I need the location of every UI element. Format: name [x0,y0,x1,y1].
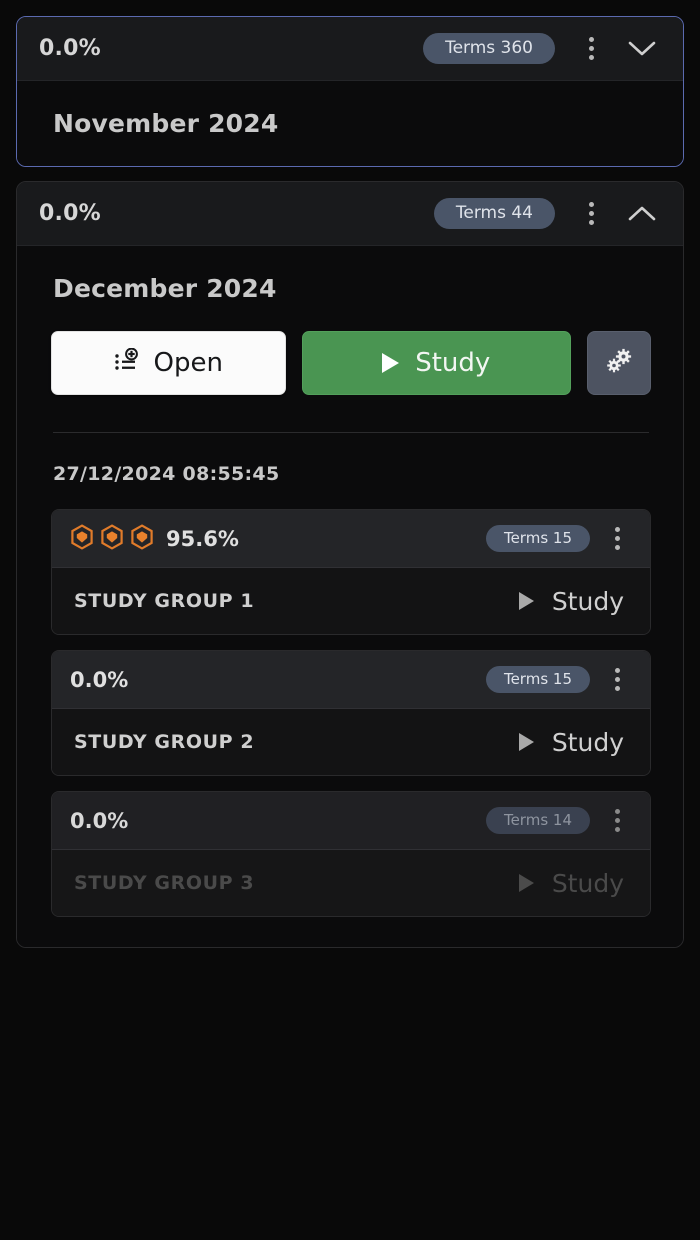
study-group-study-label: Study [551,727,624,757]
terms-count-badge: Terms 14 [485,807,590,834]
open-button[interactable]: Open [51,331,286,395]
study-group-study-label: Study [551,586,624,616]
study-group-percent: 0.0% [70,808,129,833]
study-group-name: STUDY GROUP 3 [74,872,255,894]
study-group-card[interactable]: 95.6% Terms 15 STUDY GROUP 1 Study [51,509,651,635]
chevron-up-icon[interactable] [619,192,665,236]
kebab-menu-icon[interactable] [569,192,613,236]
study-group-header: 95.6% Terms 15 [52,510,650,568]
kebab-menu-icon[interactable] [598,517,636,561]
play-icon [518,874,534,892]
study-group-study-label: Study [551,868,624,898]
study-group-name: STUDY GROUP 1 [74,590,255,612]
study-group-body: STUDY GROUP 3 Study [52,850,650,916]
study-group-body[interactable]: STUDY GROUP 1 Study [52,568,650,634]
study-group-body[interactable]: STUDY GROUP 2 Study [52,709,650,775]
hexagon-gem-icon [100,523,124,554]
month-title: December 2024 [53,274,277,303]
kebab-menu-icon[interactable] [569,27,613,71]
study-group-header: 0.0% Terms 15 [52,651,650,709]
month-card-november[interactable]: 0.0% Terms 360 November 2024 [16,16,684,167]
study-group-list: 95.6% Terms 15 STUDY GROUP 1 Study 0.0% … [17,509,683,947]
gears-icon [602,344,636,382]
month-title: November 2024 [53,109,279,138]
play-icon [518,592,534,610]
terms-count-badge: Terms 15 [485,666,590,693]
kebab-menu-icon[interactable] [598,799,636,843]
month-actions: Open Study [17,331,683,395]
study-group-card[interactable]: 0.0% Terms 14 STUDY GROUP 3 Study [51,791,651,917]
terms-count-badge: Terms 360 [423,33,555,64]
month-card-december[interactable]: 0.0% Terms 44 December 2024 Open Study 2… [16,181,684,948]
chevron-down-icon[interactable] [619,27,665,71]
study-group-percent: 0.0% [70,667,129,692]
study-group-study-button[interactable]: Study [518,586,624,616]
open-button-label: Open [153,348,223,378]
month-progress-percent: 0.0% [39,36,101,61]
list-add-icon [114,347,140,379]
month-progress-percent: 0.0% [39,201,101,226]
last-studied-timestamp: 27/12/2024 08:55:45 [53,463,280,485]
study-group-card[interactable]: 0.0% Terms 15 STUDY GROUP 2 Study [51,650,651,776]
study-group-name: STUDY GROUP 2 [74,731,255,753]
month-body-december: December 2024 Open Study 27/12/2024 08:5… [17,246,683,947]
mastery-gems [70,523,154,554]
terms-count-badge: Terms 44 [433,198,555,229]
month-header[interactable]: 0.0% Terms 360 [17,17,683,81]
settings-button[interactable] [587,331,651,395]
study-group-study-button: Study [518,868,624,898]
study-group-header: 0.0% Terms 14 [52,792,650,850]
kebab-menu-icon[interactable] [598,658,636,702]
study-button-label: Study [415,348,491,378]
terms-count-badge: Terms 15 [485,525,590,552]
hexagon-gem-icon [130,523,154,554]
study-group-percent: 95.6% [166,526,239,551]
month-body-november: November 2024 [17,81,683,166]
play-icon [518,733,534,751]
page-bottom-space [16,962,684,1224]
app-root: 0.0% Terms 360 November 2024 0.0% Terms … [0,0,700,1240]
study-group-study-button[interactable]: Study [518,727,624,757]
study-button[interactable]: Study [301,331,571,395]
play-icon [382,353,400,373]
hexagon-gem-icon [70,523,94,554]
month-header[interactable]: 0.0% Terms 44 [17,182,683,246]
